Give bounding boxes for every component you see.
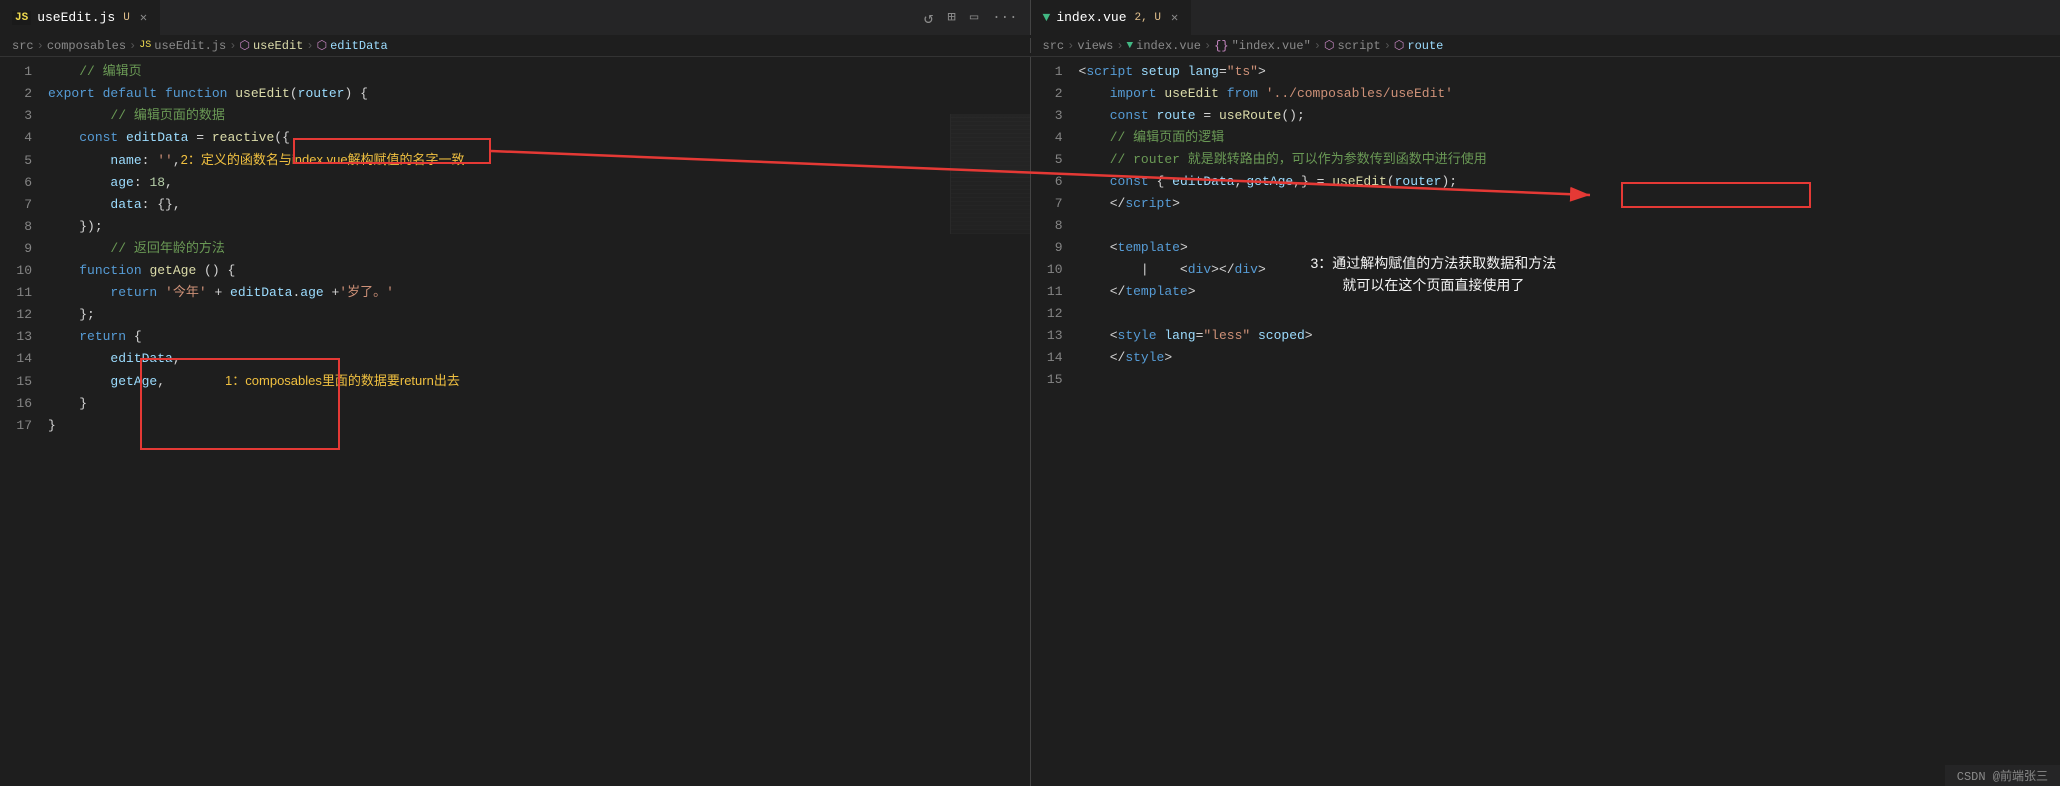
left-breadcrumb: src › composables › JS useEdit.js › ⬡ us…	[0, 38, 1031, 53]
status-bar-label: CSDN @前端张三	[1957, 770, 2048, 784]
right-code-area: 1 <script setup lang="ts"> 2 import useE…	[1031, 57, 2060, 786]
left-tab-label: useEdit.js	[37, 10, 115, 25]
vue-icon: ▼	[1043, 10, 1051, 25]
code-line-left-3: 3 // 编辑页面的数据	[0, 105, 1030, 127]
code-line-right-14: 14 </style>	[1031, 347, 2060, 369]
code-line-right-2: 2 import useEdit from '../composables/us…	[1031, 83, 2060, 105]
code-line-left-17: 17 }	[0, 415, 1030, 437]
code-line-left-10: 10 function getAge () {	[0, 260, 1030, 282]
code-line-left-7: 7 data: {},	[0, 194, 1030, 216]
code-line-right-12: 12	[1031, 303, 2060, 325]
left-tab-useEdit[interactable]: JS useEdit.js U ✕	[0, 0, 160, 35]
code-line-left-14: 14 editData,	[0, 348, 1030, 370]
right-tab-modified: 2, U	[1135, 12, 1161, 24]
code-line-right-15: 15	[1031, 369, 2060, 391]
split-icon[interactable]: ⊞	[947, 9, 955, 26]
left-editor-pane: 1 // 编辑页 2 export default function useEd…	[0, 57, 1031, 786]
code-line-left-1: 1 // 编辑页	[0, 61, 1030, 83]
code-line-left-5: 5 name: '',2：定义的函数名与index.vue解构赋值的名字一致	[0, 149, 1030, 172]
right-tab-label: index.vue	[1056, 10, 1126, 25]
code-line-left-6: 6 age: 18,	[0, 172, 1030, 194]
left-code-area: 1 // 编辑页 2 export default function useEd…	[0, 57, 1030, 786]
js-icon: JS	[12, 11, 31, 25]
code-line-left-2: 2 export default function useEdit(router…	[0, 83, 1030, 105]
right-editor-pane: 1 <script setup lang="ts"> 2 import useE…	[1031, 57, 2060, 786]
code-line-left-16: 16 }	[0, 393, 1030, 415]
annotation-note3: 3：通过解构赋值的方法获取数据和方法 就可以在这个页面直接使用了	[1311, 252, 1557, 296]
status-bar: CSDN @前端张三	[1945, 765, 2060, 786]
minimap-left	[950, 114, 1030, 234]
history-icon[interactable]: ↺	[924, 8, 934, 28]
code-line-left-8: 8 });	[0, 216, 1030, 238]
code-line-left-12: 12 };	[0, 304, 1030, 326]
right-tab-close[interactable]: ✕	[1171, 10, 1178, 25]
code-line-left-11: 11 return '今年' + editData.age +'岁了。'	[0, 282, 1030, 304]
code-line-left-13: 13 return {	[0, 326, 1030, 348]
code-line-right-6: 6 const { editData,getAge,} = useEdit(ro…	[1031, 171, 2060, 193]
code-line-right-4: 4 // 编辑页面的逻辑	[1031, 127, 2060, 149]
code-line-right-8: 8	[1031, 215, 2060, 237]
more-icon[interactable]: ···	[992, 10, 1017, 26]
left-tab-modified: U	[123, 12, 130, 24]
right-tab-indexVue[interactable]: ▼ index.vue 2, U ✕	[1031, 0, 1192, 35]
code-line-left-9: 9 // 返回年龄的方法	[0, 238, 1030, 260]
editor-container: JS useEdit.js U ✕ ↺ ⊞ ▭ ··· ▼ index.vue …	[0, 0, 2060, 786]
code-line-right-5: 5 // router 就是跳转路由的，可以作为参数传到函数中进行使用	[1031, 149, 2060, 171]
left-tab-close[interactable]: ✕	[140, 10, 147, 25]
code-line-right-13: 13 <style lang="less" scoped>	[1031, 325, 2060, 347]
code-line-left-15: 15 getAge,1：composables里面的数据要return出去	[0, 370, 1030, 393]
code-line-left-4: 4 const editData = reactive({	[0, 127, 1030, 149]
code-line-right-3: 3 const route = useRoute();	[1031, 105, 2060, 127]
layout-icon[interactable]: ▭	[970, 9, 978, 26]
code-line-right-1: 1 <script setup lang="ts">	[1031, 61, 2060, 83]
code-line-right-7: 7 </script>	[1031, 193, 2060, 215]
right-breadcrumb: src › views › ▼ index.vue › {} "index.vu…	[1031, 38, 2060, 53]
